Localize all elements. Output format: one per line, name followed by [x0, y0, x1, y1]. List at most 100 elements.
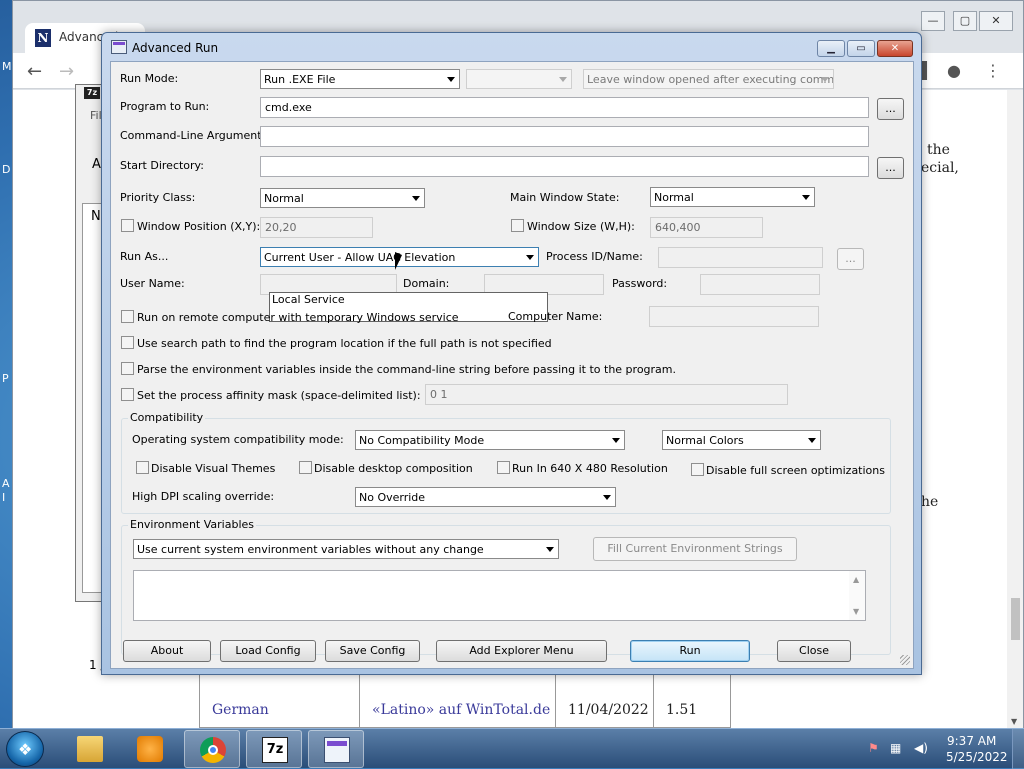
disable-composition-checkbox[interactable]	[299, 461, 312, 474]
back-arrow-icon[interactable]: ←	[27, 61, 42, 82]
window-position-checkbox[interactable]	[121, 219, 134, 232]
window-size-label: Window Size (W,H):	[527, 220, 635, 233]
run-640-label: Run In 640 X 480 Resolution	[512, 462, 668, 475]
run-mode-select[interactable]: Run .EXE File	[260, 69, 460, 89]
run-640-checkbox[interactable]	[497, 461, 510, 474]
process-id-input[interactable]	[658, 247, 823, 268]
scroll-down-arrow-icon[interactable]: ▼	[1011, 717, 1017, 726]
table-cell: 1.51	[666, 702, 698, 718]
window-size-checkbox[interactable]	[511, 219, 524, 232]
add-explorer-menu-button[interactable]: Add Explorer Menu	[436, 640, 607, 662]
table-cell[interactable]: German	[212, 702, 269, 718]
domain-label: Domain:	[403, 277, 450, 290]
run-button[interactable]: Run	[630, 640, 750, 662]
parse-env-label: Parse the environment variables inside t…	[137, 363, 676, 376]
computer-name-input[interactable]	[649, 306, 819, 327]
remote-computer-label: Run on remote computer with temporary Wi…	[137, 311, 459, 324]
taskbar-7zip[interactable]: 7z	[246, 730, 302, 768]
resize-grip-icon[interactable]	[900, 655, 910, 665]
browse-start-dir-button[interactable]: ...	[877, 157, 904, 179]
desktop-icon-label[interactable]: D	[2, 163, 10, 176]
chevron-down-icon	[447, 77, 455, 82]
disable-themes-checkbox[interactable]	[136, 461, 149, 474]
network-icon[interactable]: ▦	[890, 741, 901, 755]
taskbar-chrome[interactable]	[184, 730, 240, 768]
cmd-args-label: Command-Line Arguments:	[120, 129, 271, 142]
page-text-fragment: the	[927, 142, 950, 158]
maximize-icon[interactable]: ▢	[953, 11, 977, 31]
browse-process-button[interactable]: ...	[837, 248, 864, 270]
textarea-scrollbar[interactable]: ▲ ▼	[849, 571, 865, 620]
disable-fullscreen-checkbox[interactable]	[691, 463, 704, 476]
window-size-input[interactable]: 640,400	[650, 217, 763, 238]
taskbar-explorer[interactable]	[62, 730, 118, 768]
window-position-label: Window Position (X,Y):	[137, 220, 261, 233]
dialog-titlebar[interactable]: Advanced Run ▁ ▭ ✕	[102, 33, 921, 61]
page-text-fragment: ecial,	[921, 160, 959, 176]
clock-date[interactable]: 5/25/2022	[946, 750, 1008, 764]
priority-select[interactable]: Normal	[260, 188, 425, 208]
save-config-button[interactable]: Save Config	[325, 640, 420, 662]
program-input[interactable]: cmd.exe	[260, 97, 869, 118]
action-center-icon[interactable]: ⚑	[868, 741, 879, 755]
sevenzip-icon: 7z	[84, 87, 100, 99]
desktop-icon-label[interactable]: M	[2, 60, 12, 73]
minimize-button[interactable]: ▁	[817, 40, 845, 57]
menu-kebab-icon[interactable]: ⋮	[985, 61, 1001, 80]
remote-computer-checkbox[interactable]	[121, 310, 134, 323]
high-dpi-value: No Override	[359, 491, 426, 504]
profile-icon[interactable]: ●	[947, 61, 961, 80]
affinity-input[interactable]: 0 1	[425, 384, 788, 405]
desktop-icon-label[interactable]: P	[2, 372, 9, 385]
scroll-down-arrow-icon[interactable]: ▼	[853, 607, 859, 616]
sevenzip-taskbar-icon: 7z	[262, 737, 288, 763]
parse-env-checkbox[interactable]	[121, 362, 134, 375]
colors-select[interactable]: Normal Colors	[662, 430, 821, 450]
fill-env-button[interactable]: Fill Current Environment Strings	[593, 537, 797, 561]
close-icon[interactable]: ✕	[979, 11, 1013, 31]
chevron-down-icon	[612, 438, 620, 443]
about-button[interactable]: About	[123, 640, 211, 662]
os-compat-select[interactable]: No Compatibility Mode	[355, 430, 625, 450]
browse-program-button[interactable]: ...	[877, 98, 904, 120]
forward-arrow-icon[interactable]: →	[59, 61, 74, 82]
cmd-args-input[interactable]	[260, 126, 869, 147]
close-window-button[interactable]: ✕	[877, 40, 913, 57]
dropdown-option[interactable]: Local Service	[270, 293, 547, 307]
show-desktop-button[interactable]	[1012, 729, 1024, 769]
user-name-label: User Name:	[120, 277, 185, 290]
desktop-icon-label[interactable]: I	[2, 491, 5, 504]
page-scrollbar[interactable]: ▼	[1007, 90, 1023, 728]
minimize-icon[interactable]: —	[921, 11, 945, 31]
start-button[interactable]: ❖	[6, 731, 44, 767]
desktop-icon-label[interactable]: A	[2, 477, 10, 490]
maximize-button[interactable]: ▭	[847, 40, 875, 57]
main-state-value: Normal	[654, 191, 694, 204]
start-dir-label: Start Directory:	[120, 159, 204, 172]
table-cell[interactable]: «Latino» auf WinTotal.de	[372, 702, 550, 718]
extension-icon[interactable]: ▌	[921, 61, 933, 80]
priority-label: Priority Class:	[120, 191, 196, 204]
search-path-checkbox[interactable]	[121, 336, 134, 349]
env-strings-textarea[interactable]: ▲ ▼	[133, 570, 866, 621]
password-input[interactable]	[700, 274, 820, 295]
run-mode-extra-select[interactable]	[466, 69, 572, 89]
taskbar-advanced-run[interactable]	[308, 730, 364, 768]
start-dir-input[interactable]	[260, 156, 869, 177]
clock-time[interactable]: 9:37 AM	[947, 734, 996, 748]
after-exec-select[interactable]: Leave window opened after executing comm…	[583, 69, 834, 89]
load-config-button[interactable]: Load Config	[220, 640, 316, 662]
env-mode-select[interactable]: Use current system environment variables…	[133, 539, 559, 559]
menu-snippet[interactable]: Fil	[90, 109, 102, 122]
taskbar-media-player[interactable]	[122, 730, 178, 768]
high-dpi-select[interactable]: No Override	[355, 487, 616, 507]
main-state-select[interactable]: Normal	[650, 187, 815, 207]
scrollbar-thumb[interactable]	[1011, 598, 1020, 640]
scroll-up-arrow-icon[interactable]: ▲	[853, 575, 859, 584]
affinity-checkbox[interactable]	[121, 388, 134, 401]
window-position-input[interactable]: 20,20	[260, 217, 373, 238]
windows-logo-icon: ❖	[18, 740, 33, 759]
volume-icon[interactable]: ◀)	[914, 741, 928, 755]
close-button[interactable]: Close	[777, 640, 851, 662]
password-label: Password:	[612, 277, 668, 290]
